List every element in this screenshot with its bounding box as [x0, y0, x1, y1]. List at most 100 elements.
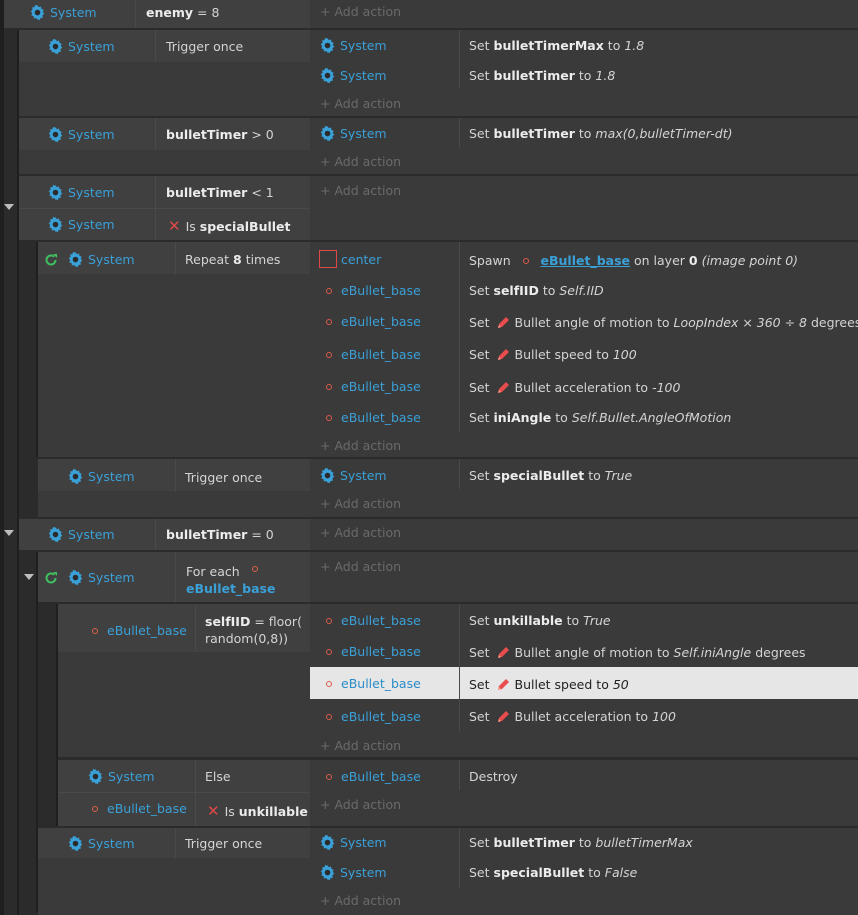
action-text[interactable]: Set Bullet speed to 100 [469, 347, 637, 362]
action-object[interactable]: eBullet_base [326, 769, 421, 784]
action-text[interactable]: Set bulletTimer to 1.8 [469, 68, 615, 83]
action-text[interactable]: Set selfIID to Self.IID [469, 283, 604, 298]
action-object[interactable]: eBullet_base [326, 347, 421, 362]
collapse-arrow-icon[interactable] [4, 204, 14, 210]
gear-icon [320, 835, 335, 850]
gear-icon [68, 469, 83, 484]
condition-text[interactable]: selfIID = floor( random(0,8)) [205, 613, 302, 647]
event-repeat[interactable] [38, 242, 858, 457]
collapse-arrow-icon[interactable] [4, 530, 14, 536]
action-object[interactable]: System [320, 865, 387, 880]
condition-text[interactable]: bulletTimer < 1 [166, 185, 274, 200]
condition-text[interactable]: Repeat 8 times [185, 252, 280, 267]
gear-icon [48, 185, 63, 200]
add-action-button[interactable]: + Add action [320, 438, 401, 453]
condition-system[interactable]: System [48, 127, 115, 142]
condition-system[interactable]: System [44, 570, 135, 585]
gear-icon [320, 468, 335, 483]
add-action-button[interactable]: + Add action [320, 738, 401, 753]
condition-system[interactable]: System [48, 527, 115, 542]
bullet-behavior-icon [496, 348, 510, 362]
condition-text[interactable]: Trigger once [185, 470, 262, 485]
condition-system[interactable]: System [48, 39, 115, 54]
gear-icon [48, 217, 63, 232]
action-text[interactable]: Set Bullet speed to 50 [469, 677, 629, 692]
add-action-button[interactable]: + Add action [320, 797, 401, 812]
condition-system[interactable]: System [68, 469, 135, 484]
indent-bar [0, 0, 4, 915]
object-dot-icon [92, 805, 98, 812]
action-text[interactable]: Set Bullet acceleration to -100 [469, 380, 680, 395]
condition-system[interactable]: System [48, 217, 115, 232]
action-text[interactable]: Set Bullet angle of motion to Self.iniAng… [469, 645, 806, 660]
condition-system[interactable]: System [44, 252, 135, 267]
object-dot-icon [326, 414, 332, 421]
action-text[interactable]: Set bulletTimer to bulletTimerMax [469, 835, 693, 850]
condition-system[interactable]: System [48, 185, 115, 200]
action-object[interactable]: eBullet_base [326, 644, 421, 659]
add-action-button[interactable]: + Add action [320, 893, 401, 908]
object-dot-icon [326, 383, 332, 390]
condition-text[interactable]: Trigger once [166, 39, 243, 54]
condition-system[interactable]: System [30, 5, 97, 20]
action-object[interactable]: eBullet_base [326, 709, 421, 724]
action-object[interactable]: System [320, 126, 387, 141]
action-object[interactable]: System [320, 468, 387, 483]
action-object[interactable]: eBullet_base [326, 379, 421, 394]
action-text[interactable]: Set bulletTimer to max(0,bulletTimer-dt) [469, 126, 733, 141]
condition-text[interactable]: ✕ Is specialBullet [168, 217, 291, 235]
condition-object[interactable]: eBullet_base [92, 801, 187, 816]
gear-icon [30, 5, 45, 20]
action-object[interactable]: eBullet_base [326, 314, 421, 329]
add-action-button[interactable]: + Add action [320, 525, 401, 540]
action-text[interactable]: Destroy [469, 769, 518, 784]
add-action-button[interactable]: + Add action [320, 183, 401, 198]
action-object[interactable]: eBullet_base [326, 676, 421, 691]
action-text[interactable]: Spawn eBullet_base on layer 0 (image poi… [469, 253, 798, 268]
action-object[interactable]: eBullet_base [326, 283, 421, 298]
center-object-icon [319, 250, 337, 268]
add-action-button[interactable]: + Add action [320, 154, 401, 169]
gear-icon [48, 527, 63, 542]
condition-system[interactable]: System [68, 836, 135, 851]
collapse-arrow-icon[interactable] [24, 574, 34, 580]
object-dot-icon [326, 617, 332, 624]
gear-icon [68, 570, 83, 585]
object-dot-icon [326, 648, 332, 655]
action-text[interactable]: Set unkillable to True [469, 613, 611, 628]
condition-text[interactable]: bulletTimer > 0 [166, 127, 274, 142]
add-action-button[interactable]: + Add action [320, 4, 401, 19]
action-text[interactable]: Set bulletTimerMax to 1.8 [469, 38, 644, 53]
bullet-behavior-icon [496, 381, 510, 395]
condition-object[interactable]: eBullet_base [92, 623, 187, 638]
action-text[interactable]: Set iniAngle to Self.Bullet.AngleOfMotio… [469, 410, 731, 425]
action-object[interactable]: eBullet_base [326, 613, 421, 628]
object-dot-icon [522, 257, 529, 264]
loop-icon [44, 571, 58, 585]
condition-text[interactable]: ✕ Is unkillable [207, 802, 308, 820]
add-action-button[interactable]: + Add action [320, 496, 401, 511]
condition-text[interactable]: enemy = 8 [146, 5, 219, 20]
condition-system[interactable]: System [88, 769, 155, 784]
action-object[interactable]: System [320, 835, 387, 850]
condition-text[interactable]: Else [205, 769, 231, 784]
object-dot-icon [326, 680, 332, 687]
action-text[interactable]: Set specialBullet to True [469, 468, 632, 483]
action-text[interactable]: Set Bullet acceleration to 100 [469, 709, 676, 724]
condition-text[interactable]: bulletTimer = 0 [166, 527, 274, 542]
action-object[interactable]: System [320, 38, 387, 53]
bullet-behavior-icon [496, 316, 510, 330]
action-object[interactable]: center [319, 250, 381, 268]
object-dot-icon [326, 287, 332, 294]
add-action-button[interactable]: + Add action [320, 96, 401, 111]
gear-icon [68, 252, 83, 267]
condition-text[interactable]: Trigger once [185, 836, 262, 851]
action-object[interactable]: System [320, 68, 387, 83]
action-object[interactable]: eBullet_base [326, 410, 421, 425]
condition-text[interactable]: For each eBullet_base [186, 563, 275, 597]
object-dot-icon [326, 773, 332, 780]
action-text[interactable]: Set Bullet angle of motion to LoopIndex ×… [469, 315, 858, 330]
action-text[interactable]: Set specialBullet to False [469, 865, 637, 880]
loop-icon [44, 253, 58, 267]
add-action-button[interactable]: + Add action [320, 559, 401, 574]
